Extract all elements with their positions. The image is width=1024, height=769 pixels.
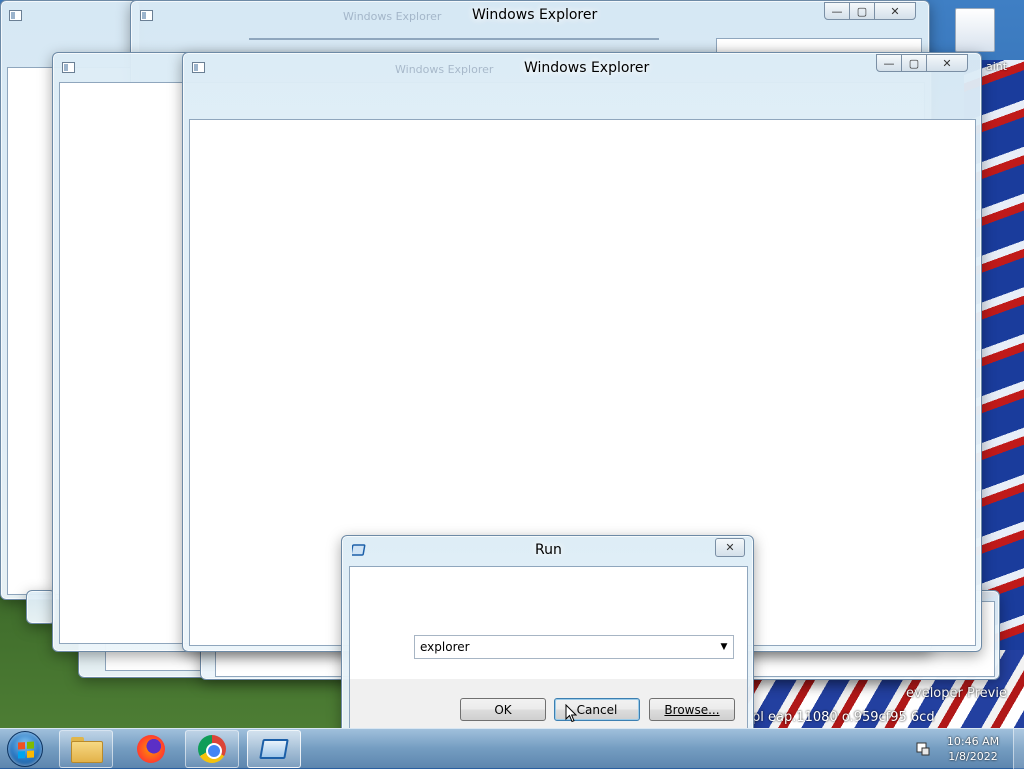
maximize-button[interactable]: ▢ [901, 54, 927, 72]
taskbar: 10:46 AM 1/8/2022 [0, 728, 1024, 769]
window-icon [140, 10, 153, 21]
window-ghost-title: Windows Explorer [395, 63, 494, 76]
run-dialog-icon [352, 544, 366, 556]
taskbar-clock[interactable]: 10:46 AM 1/8/2022 [938, 734, 1008, 764]
run-dialog-button-area: OK Cancel Browse... [350, 679, 747, 728]
run-dialog[interactable]: Run ✕ explorer ▼ OK Cancel Browse... [341, 535, 754, 728]
taskbar-item-chrome[interactable] [185, 730, 239, 768]
window-icon [9, 10, 22, 21]
paint-desktop-label: aint [986, 60, 1008, 73]
taskbar-item-explorer[interactable] [59, 730, 113, 768]
start-button[interactable] [7, 731, 43, 767]
run-dialog-title: Run [535, 542, 562, 558]
close-button[interactable]: ✕ [715, 538, 745, 557]
run-icon [259, 739, 289, 759]
address-bar-edge [249, 38, 659, 40]
mouse-cursor-icon [565, 704, 577, 723]
clock-date: 1/8/2022 [948, 750, 998, 763]
window-title: Windows Explorer [472, 7, 598, 23]
desktop: aint eveloper Previe pl eap.11080 o.959c… [0, 0, 1024, 728]
minimize-button[interactable]: — [824, 2, 850, 20]
desktop-watermark-line2: pl eap.11080 o.959cf95 6cd [752, 710, 935, 725]
chrome-icon [198, 735, 226, 763]
close-button[interactable]: ✕ [926, 54, 968, 72]
show-desktop-button[interactable] [1013, 729, 1024, 769]
desktop-watermark-line1: eveloper Previe [906, 686, 1007, 701]
clock-time: 10:46 AM [946, 735, 1000, 748]
ok-button[interactable]: OK [460, 698, 546, 721]
firefox-icon [137, 735, 165, 763]
taskbar-item-run[interactable] [247, 730, 301, 768]
maximize-button[interactable]: ▢ [849, 2, 875, 20]
run-open-input[interactable]: explorer [415, 640, 715, 654]
window-ghost-title: Windows Explorer [343, 10, 442, 23]
window-icon [192, 62, 205, 73]
action-center-flag-icon[interactable] [915, 741, 931, 757]
close-button[interactable]: ✕ [874, 2, 916, 20]
run-dialog-body: explorer ▼ OK Cancel Browse... [349, 566, 748, 728]
run-open-combobox[interactable]: explorer ▼ [414, 635, 734, 659]
caption-buttons: — ▢ ✕ [876, 54, 968, 72]
dropdown-arrow-icon[interactable]: ▼ [715, 642, 733, 652]
window-title: Windows Explorer [524, 60, 650, 76]
folder-icon [71, 737, 103, 763]
paint-desktop-icon[interactable] [955, 8, 995, 52]
caption-buttons: — ▢ ✕ [824, 2, 916, 20]
minimize-button[interactable]: — [876, 54, 902, 72]
window-icon [62, 62, 75, 73]
browse-button[interactable]: Browse... [649, 698, 735, 721]
taskbar-item-firefox[interactable] [124, 730, 178, 768]
